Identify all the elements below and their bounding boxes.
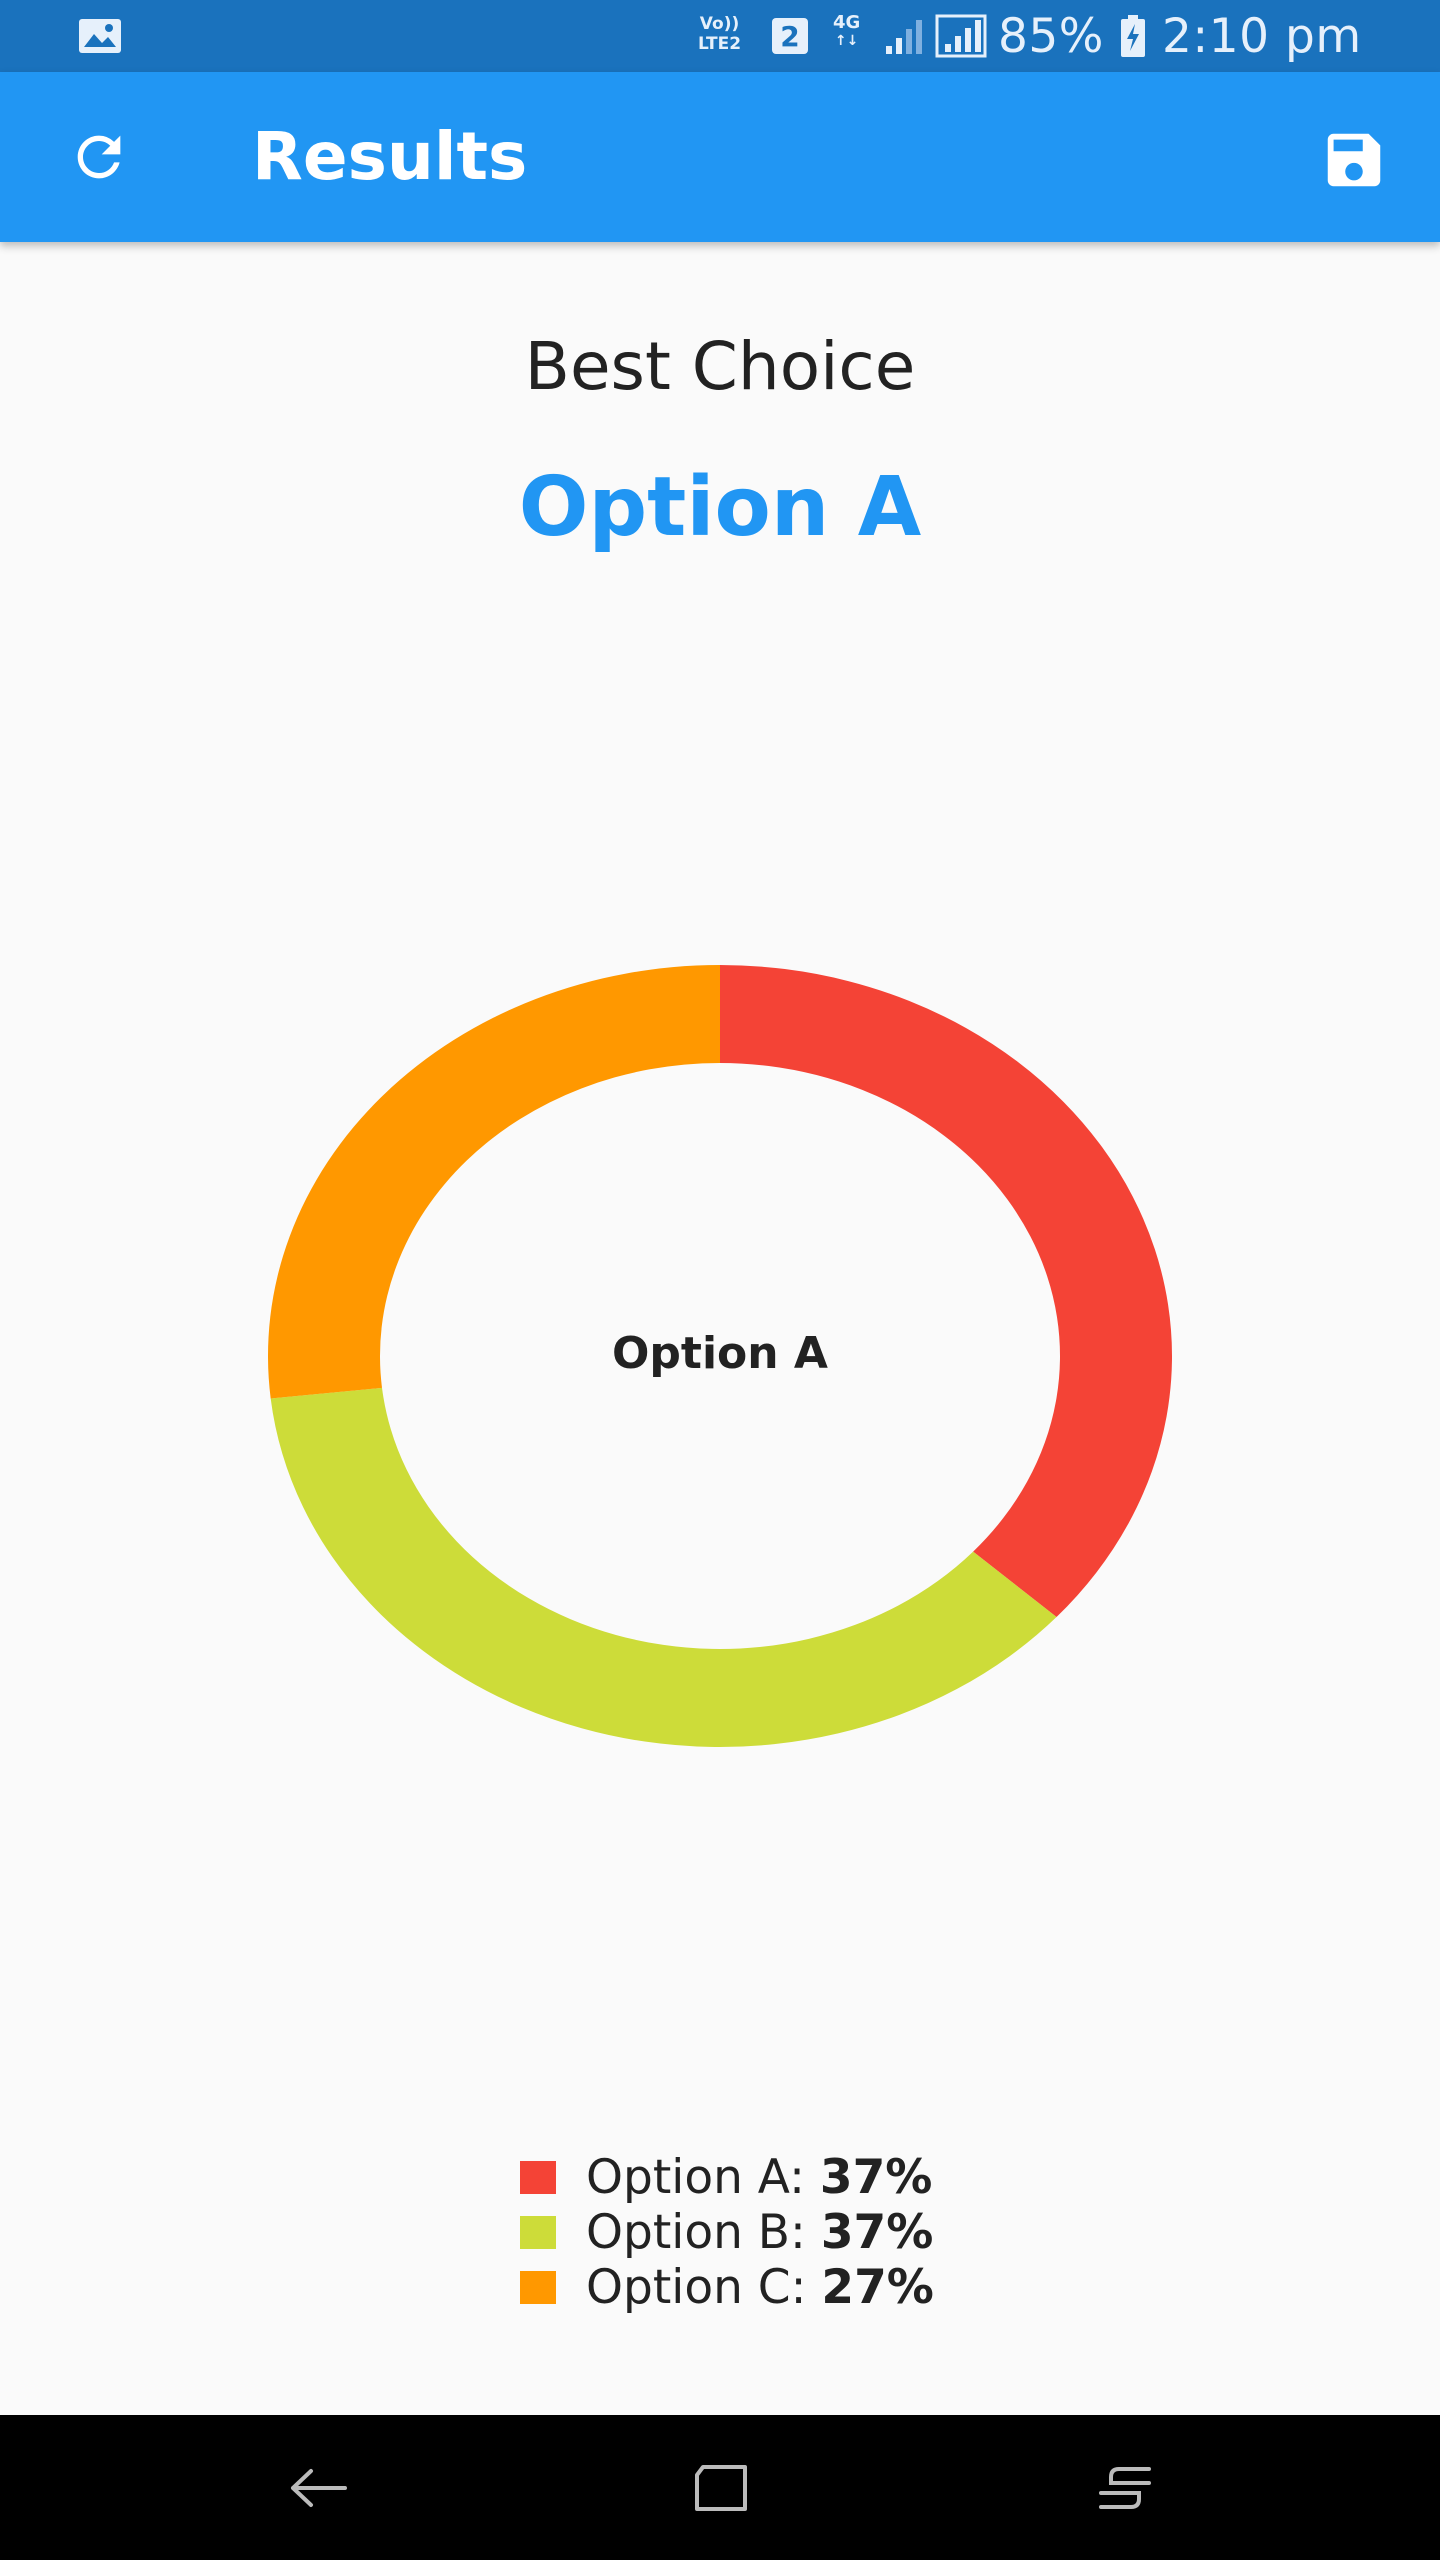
legend-text: Option C: 27% — [586, 2260, 934, 2315]
legend-swatch — [520, 2216, 556, 2249]
network-type-label: 4G — [833, 12, 861, 33]
legend-text: Option B: 37% — [586, 2205, 933, 2260]
donut-center-label: Option A — [612, 1328, 828, 1379]
legend-percentage: 37% — [820, 2205, 934, 2260]
sim-badge: 2 — [772, 18, 808, 54]
legend-text: Option A: 37% — [586, 2150, 932, 2205]
legend-swatch — [520, 2271, 556, 2304]
gallery-notification-icon — [78, 0, 122, 72]
app-bar: Results — [0, 72, 1440, 242]
network-type-indicator: 4G ↑↓ — [833, 14, 860, 50]
page-title: Results — [252, 118, 528, 195]
clock: 2:10 pm — [1162, 8, 1362, 64]
legend-percentage: 37% — [819, 2150, 933, 2205]
battery-charging-icon — [1120, 0, 1146, 72]
legend-item-option-b: Option B: 37% — [520, 2205, 934, 2260]
legend-item-option-c: Option C: 27% — [520, 2260, 934, 2315]
chart-legend: Option A: 37% Option B: 37% Option C: 27… — [520, 2150, 934, 2315]
home-button[interactable] — [676, 2443, 766, 2533]
sim-indicator: 2 — [772, 0, 808, 72]
back-button[interactable] — [274, 2443, 364, 2533]
refresh-button[interactable] — [56, 114, 142, 200]
save-button[interactable] — [1314, 120, 1394, 200]
legend-label: Option A: — [586, 2150, 820, 2205]
home-icon — [695, 2465, 747, 2511]
legend-label: Option C: — [586, 2260, 822, 2315]
refresh-icon — [77, 135, 121, 179]
volte-bottom-label: LTE2 — [698, 34, 742, 54]
recents-button[interactable] — [1080, 2443, 1170, 2533]
back-icon — [291, 2469, 347, 2507]
donut-slice-option-a — [720, 965, 1172, 1618]
signal-2-icon — [935, 0, 987, 72]
signal-1-icon — [884, 0, 928, 72]
legend-item-option-a: Option A: 37% — [520, 2150, 934, 2205]
save-icon — [1327, 133, 1381, 187]
legend-percentage: 27% — [821, 2260, 934, 2315]
donut-slice-option-b — [270, 1387, 1057, 1747]
recents-icon — [1099, 2467, 1151, 2509]
best-choice-label: Best Choice — [524, 328, 916, 405]
system-nav-bar — [0, 2415, 1440, 2560]
battery-percentage: 85% — [998, 8, 1104, 64]
screen: Vo)) LTE2 2 4G ↑↓ 85% 2:10 pm Results Be… — [0, 0, 1440, 2560]
volte-top-label: Vo)) — [699, 14, 740, 34]
legend-swatch — [520, 2161, 556, 2194]
network-arrows: ↑↓ — [834, 33, 859, 49]
status-bar: Vo)) LTE2 2 4G ↑↓ 85% 2:10 pm — [0, 0, 1440, 72]
legend-label: Option B: — [586, 2205, 821, 2260]
best-choice-value: Option A — [518, 460, 922, 555]
volte-indicator: Vo)) LTE2 — [698, 14, 741, 54]
